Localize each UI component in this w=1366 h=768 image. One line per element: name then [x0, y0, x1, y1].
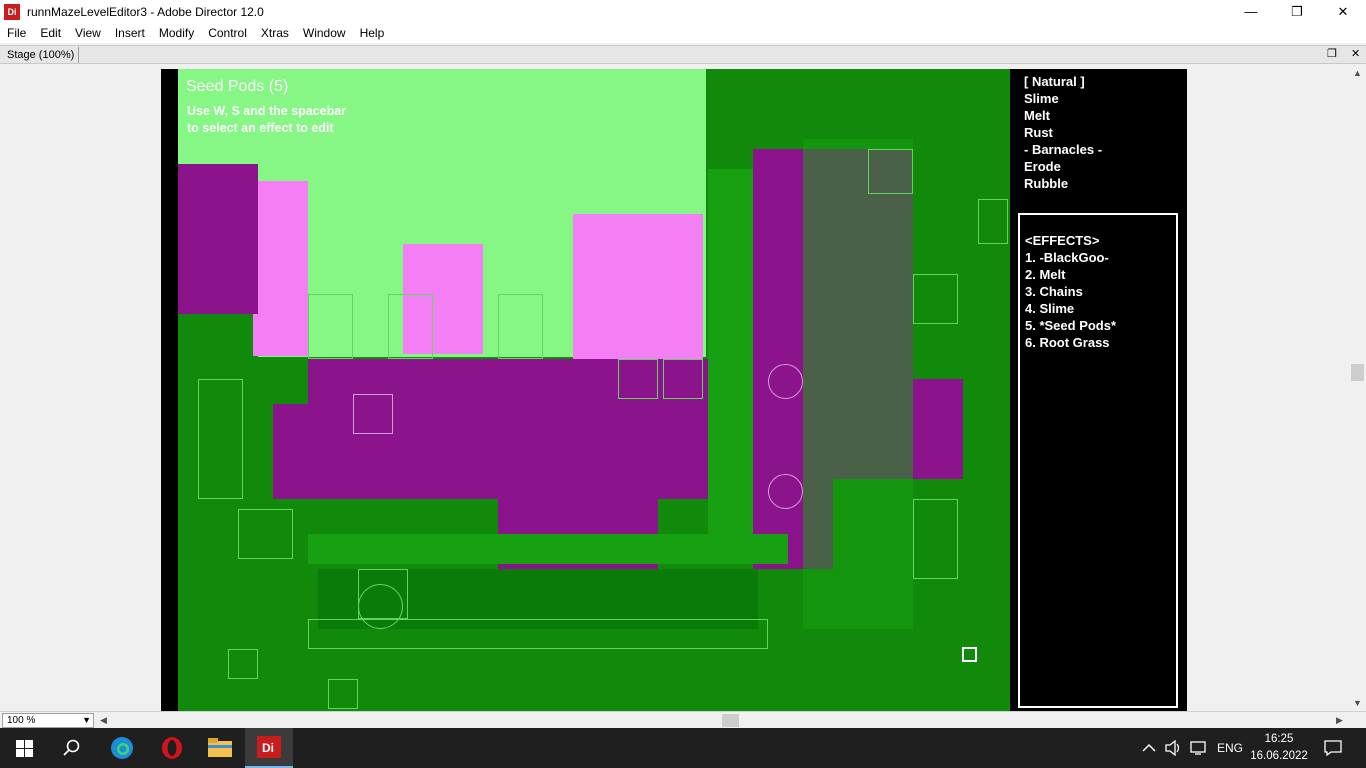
menu-insert[interactable]: Insert: [108, 26, 152, 40]
tile-outline: [663, 359, 703, 399]
seed-pod-pink-blob: [253, 181, 308, 356]
menu-window[interactable]: Window: [296, 26, 353, 40]
category-item[interactable]: Slime: [1024, 90, 1102, 107]
tile-outline: [238, 509, 293, 559]
menu-file[interactable]: File: [0, 26, 33, 40]
category-list: [ Natural ] Slime Melt Rust - Barnacles …: [1024, 73, 1102, 192]
tile-outline: [618, 359, 658, 399]
notifications-icon[interactable]: [1324, 728, 1342, 768]
director-app-icon[interactable]: Di: [4, 3, 20, 20]
panel-close-icon[interactable]: ✕: [1351, 46, 1360, 63]
menu-edit[interactable]: Edit: [33, 26, 68, 40]
windows-start-icon[interactable]: [0, 728, 48, 768]
tile-outline: [308, 294, 353, 359]
chevron-down-icon: ▼: [82, 715, 91, 725]
clock-date: 16.06.2022: [1250, 750, 1308, 762]
vertical-scrollbar[interactable]: ▲ ▼: [1349, 64, 1366, 711]
tile-outline-pink: [768, 474, 803, 509]
tile-outline: [978, 199, 1008, 244]
tile-outline: [228, 649, 258, 679]
system-clock[interactable]: 16:25 16.06.2022: [1248, 731, 1310, 765]
scroll-left-icon[interactable]: ◀: [100, 715, 107, 726]
menu-control[interactable]: Control: [201, 26, 254, 40]
restore-button[interactable]: ❐: [1274, 0, 1320, 23]
tile-green-column: [803, 139, 913, 629]
svg-text:Di: Di: [262, 741, 274, 755]
category-item[interactable]: Melt: [1024, 107, 1102, 124]
effect-item[interactable]: 3. Chains: [1025, 283, 1116, 300]
effect-item-selected[interactable]: 5. *Seed Pods*: [1025, 317, 1116, 334]
effect-item[interactable]: 1. -BlackGoo-: [1025, 249, 1116, 266]
tile-outline: [358, 584, 403, 629]
zoom-select[interactable]: 100 % ▼: [2, 713, 94, 728]
effects-list: <EFFECTS> 1. -BlackGoo- 2. Melt 3. Chain…: [1025, 232, 1116, 351]
stage-tab-bar: Stage (100%) ❐ ✕: [0, 45, 1366, 64]
tile-outline: [198, 379, 243, 499]
taskbar: Di ENG 16:25 16.06.2022: [0, 728, 1366, 768]
tile-green-column: [708, 169, 753, 564]
tile-outline: [913, 499, 958, 579]
tile-outline: [498, 294, 543, 359]
stage[interactable]: Seed Pods (5) Use W, S and the spacebar …: [161, 69, 1187, 711]
panel-restore-icon[interactable]: ❐: [1327, 46, 1337, 63]
clock-time: 16:25: [1264, 733, 1294, 745]
tile-outline: [328, 679, 358, 709]
purple-effect-region: [178, 164, 258, 314]
menu-help[interactable]: Help: [353, 26, 392, 40]
effect-item[interactable]: 6. Root Grass: [1025, 334, 1116, 351]
effects-header: <EFFECTS>: [1025, 233, 1100, 248]
tile-outline-pink: [768, 364, 803, 399]
category-item[interactable]: - Barnacles -: [1024, 141, 1102, 158]
category-item[interactable]: [ Natural ]: [1024, 73, 1102, 90]
tab-stage[interactable]: Stage (100%): [3, 47, 80, 63]
horizontal-scroll-thumb[interactable]: [722, 714, 739, 727]
search-icon[interactable]: [48, 728, 96, 768]
title-bar: Di runnMazeLevelEditor3 - Adobe Director…: [0, 0, 1366, 23]
effect-hint: Use W, S and the spacebar to select an e…: [187, 104, 347, 135]
scroll-down-icon[interactable]: ▼: [1353, 698, 1362, 708]
horizontal-scrollbar[interactable]: 100 % ▼ ◀ ▶: [0, 711, 1366, 728]
seed-pod-pink-blob: [573, 214, 703, 359]
vertical-scroll-thumb[interactable]: [1351, 364, 1364, 381]
effects-list-box: <EFFECTS> 1. -BlackGoo- 2. Melt 3. Chain…: [1018, 213, 1178, 708]
edge-browser-icon[interactable]: [98, 728, 146, 768]
category-item[interactable]: Rubble: [1024, 175, 1102, 192]
window-title: runnMazeLevelEditor3 - Adobe Director 12…: [27, 4, 264, 19]
tile-outline: [913, 274, 958, 324]
menu-bar: File Edit View Insert Modify Control Xtr…: [0, 23, 1366, 43]
effect-item[interactable]: 4. Slime: [1025, 300, 1116, 317]
editor-cursor[interactable]: [962, 647, 977, 662]
menu-view[interactable]: View: [68, 26, 108, 40]
show-hidden-icons-chevron-icon[interactable]: [1142, 728, 1156, 768]
opera-browser-icon[interactable]: [148, 728, 196, 768]
close-button[interactable]: ✕: [1320, 0, 1366, 23]
effect-item[interactable]: 2. Melt: [1025, 266, 1116, 283]
tile-outline: [388, 294, 433, 359]
effects-panel: [ Natural ] Slime Melt Rust - Barnacles …: [1010, 69, 1187, 711]
minimize-button[interactable]: —: [1228, 0, 1274, 23]
tile-outline: [868, 149, 913, 194]
category-item[interactable]: Erode: [1024, 158, 1102, 175]
purple-effect-region: [273, 404, 333, 499]
zoom-value: 100 %: [7, 715, 36, 726]
volume-icon[interactable]: [1165, 728, 1183, 768]
network-icon[interactable]: [1190, 728, 1208, 768]
director-taskbar-icon[interactable]: Di: [245, 728, 293, 768]
stage-area: Seed Pods (5) Use W, S and the spacebar …: [0, 64, 1349, 711]
scroll-right-icon[interactable]: ▶: [1336, 715, 1343, 726]
menu-xtras[interactable]: Xtras: [254, 26, 296, 40]
scroll-up-icon[interactable]: ▲: [1353, 68, 1362, 78]
tile-outline-pink: [353, 394, 393, 434]
menu-modify[interactable]: Modify: [152, 26, 201, 40]
category-item[interactable]: Rust: [1024, 124, 1102, 141]
level-editor-canvas[interactable]: Seed Pods (5) Use W, S and the spacebar …: [178, 69, 1010, 711]
file-explorer-icon[interactable]: [196, 728, 244, 768]
language-indicator[interactable]: ENG: [1217, 728, 1243, 768]
effect-title: Seed Pods (5): [186, 78, 289, 95]
